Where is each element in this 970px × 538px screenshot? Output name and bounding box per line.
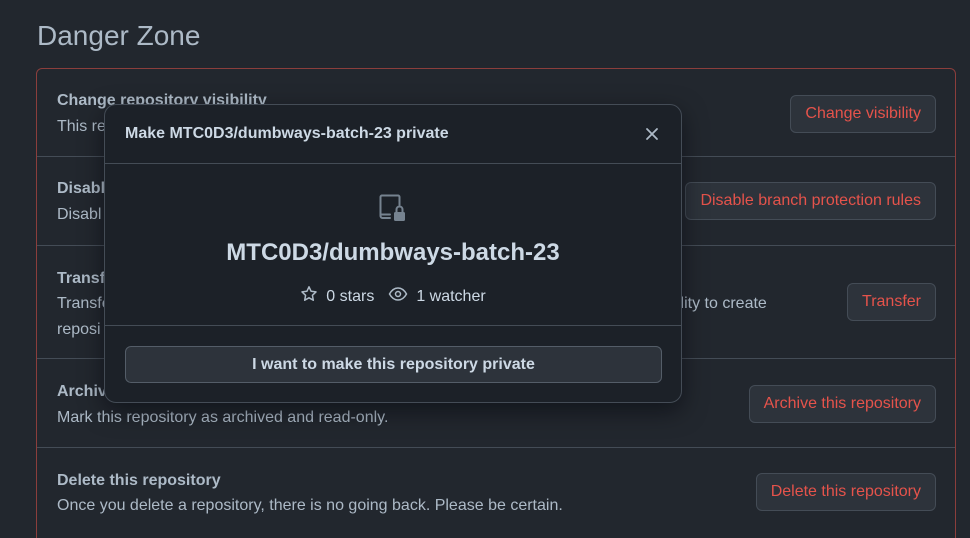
row-title: Delete this repository bbox=[57, 472, 221, 489]
danger-zone-title: Danger Zone bbox=[37, 20, 201, 51]
row-description-tail: ility to create bbox=[677, 295, 767, 312]
row-title: Disabl bbox=[57, 180, 106, 197]
dialog-header: Make MTC0D3/dumbways-batch-23 private bbox=[105, 105, 681, 164]
star-icon bbox=[300, 285, 318, 308]
row-description: Once you delete a repository, there is n… bbox=[57, 497, 563, 514]
make-private-dialog: Make MTC0D3/dumbways-batch-23 private MT… bbox=[104, 104, 682, 403]
repo-locked-icon bbox=[378, 192, 410, 224]
eye-icon bbox=[388, 286, 408, 307]
row-description: Disabl bbox=[57, 206, 102, 223]
change-visibility-button[interactable]: Change visibility bbox=[790, 95, 936, 133]
close-icon[interactable] bbox=[639, 121, 665, 147]
stars-count: 0 stars bbox=[326, 287, 375, 305]
watchers-count: 1 watcher bbox=[416, 287, 486, 305]
transfer-button[interactable]: Transfer bbox=[847, 283, 936, 321]
delete-repository-button[interactable]: Delete this repository bbox=[755, 473, 936, 511]
row-description: This re bbox=[57, 118, 106, 135]
dialog-title: Make MTC0D3/dumbways-batch-23 private bbox=[125, 125, 449, 142]
repository-name: MTC0D3/dumbways-batch-23 bbox=[226, 239, 560, 266]
dialog-body: MTC0D3/dumbways-batch-23 0 stars 1 watch… bbox=[105, 164, 681, 326]
settings-page: Danger Zone Change repository visibility… bbox=[0, 0, 970, 538]
disable-branch-protection-button[interactable]: Disable branch protection rules bbox=[685, 182, 936, 220]
row-description: Mark this repository as archived and rea… bbox=[57, 409, 389, 426]
archive-repository-button[interactable]: Archive this repository bbox=[748, 385, 936, 423]
row-title: Archiv bbox=[57, 383, 107, 400]
row-description: Transfe bbox=[57, 295, 111, 312]
repository-stats: 0 stars 1 watcher bbox=[105, 285, 681, 308]
stars-stat: 0 stars bbox=[300, 285, 374, 308]
watchers-stat: 1 watcher bbox=[388, 286, 486, 307]
confirm-make-private-button[interactable]: I want to make this repository private bbox=[125, 346, 662, 383]
row-description-line2: reposi bbox=[57, 321, 101, 338]
row-delete: Delete this repository Once you delete a… bbox=[37, 448, 955, 536]
row-title: Transf bbox=[57, 270, 106, 287]
